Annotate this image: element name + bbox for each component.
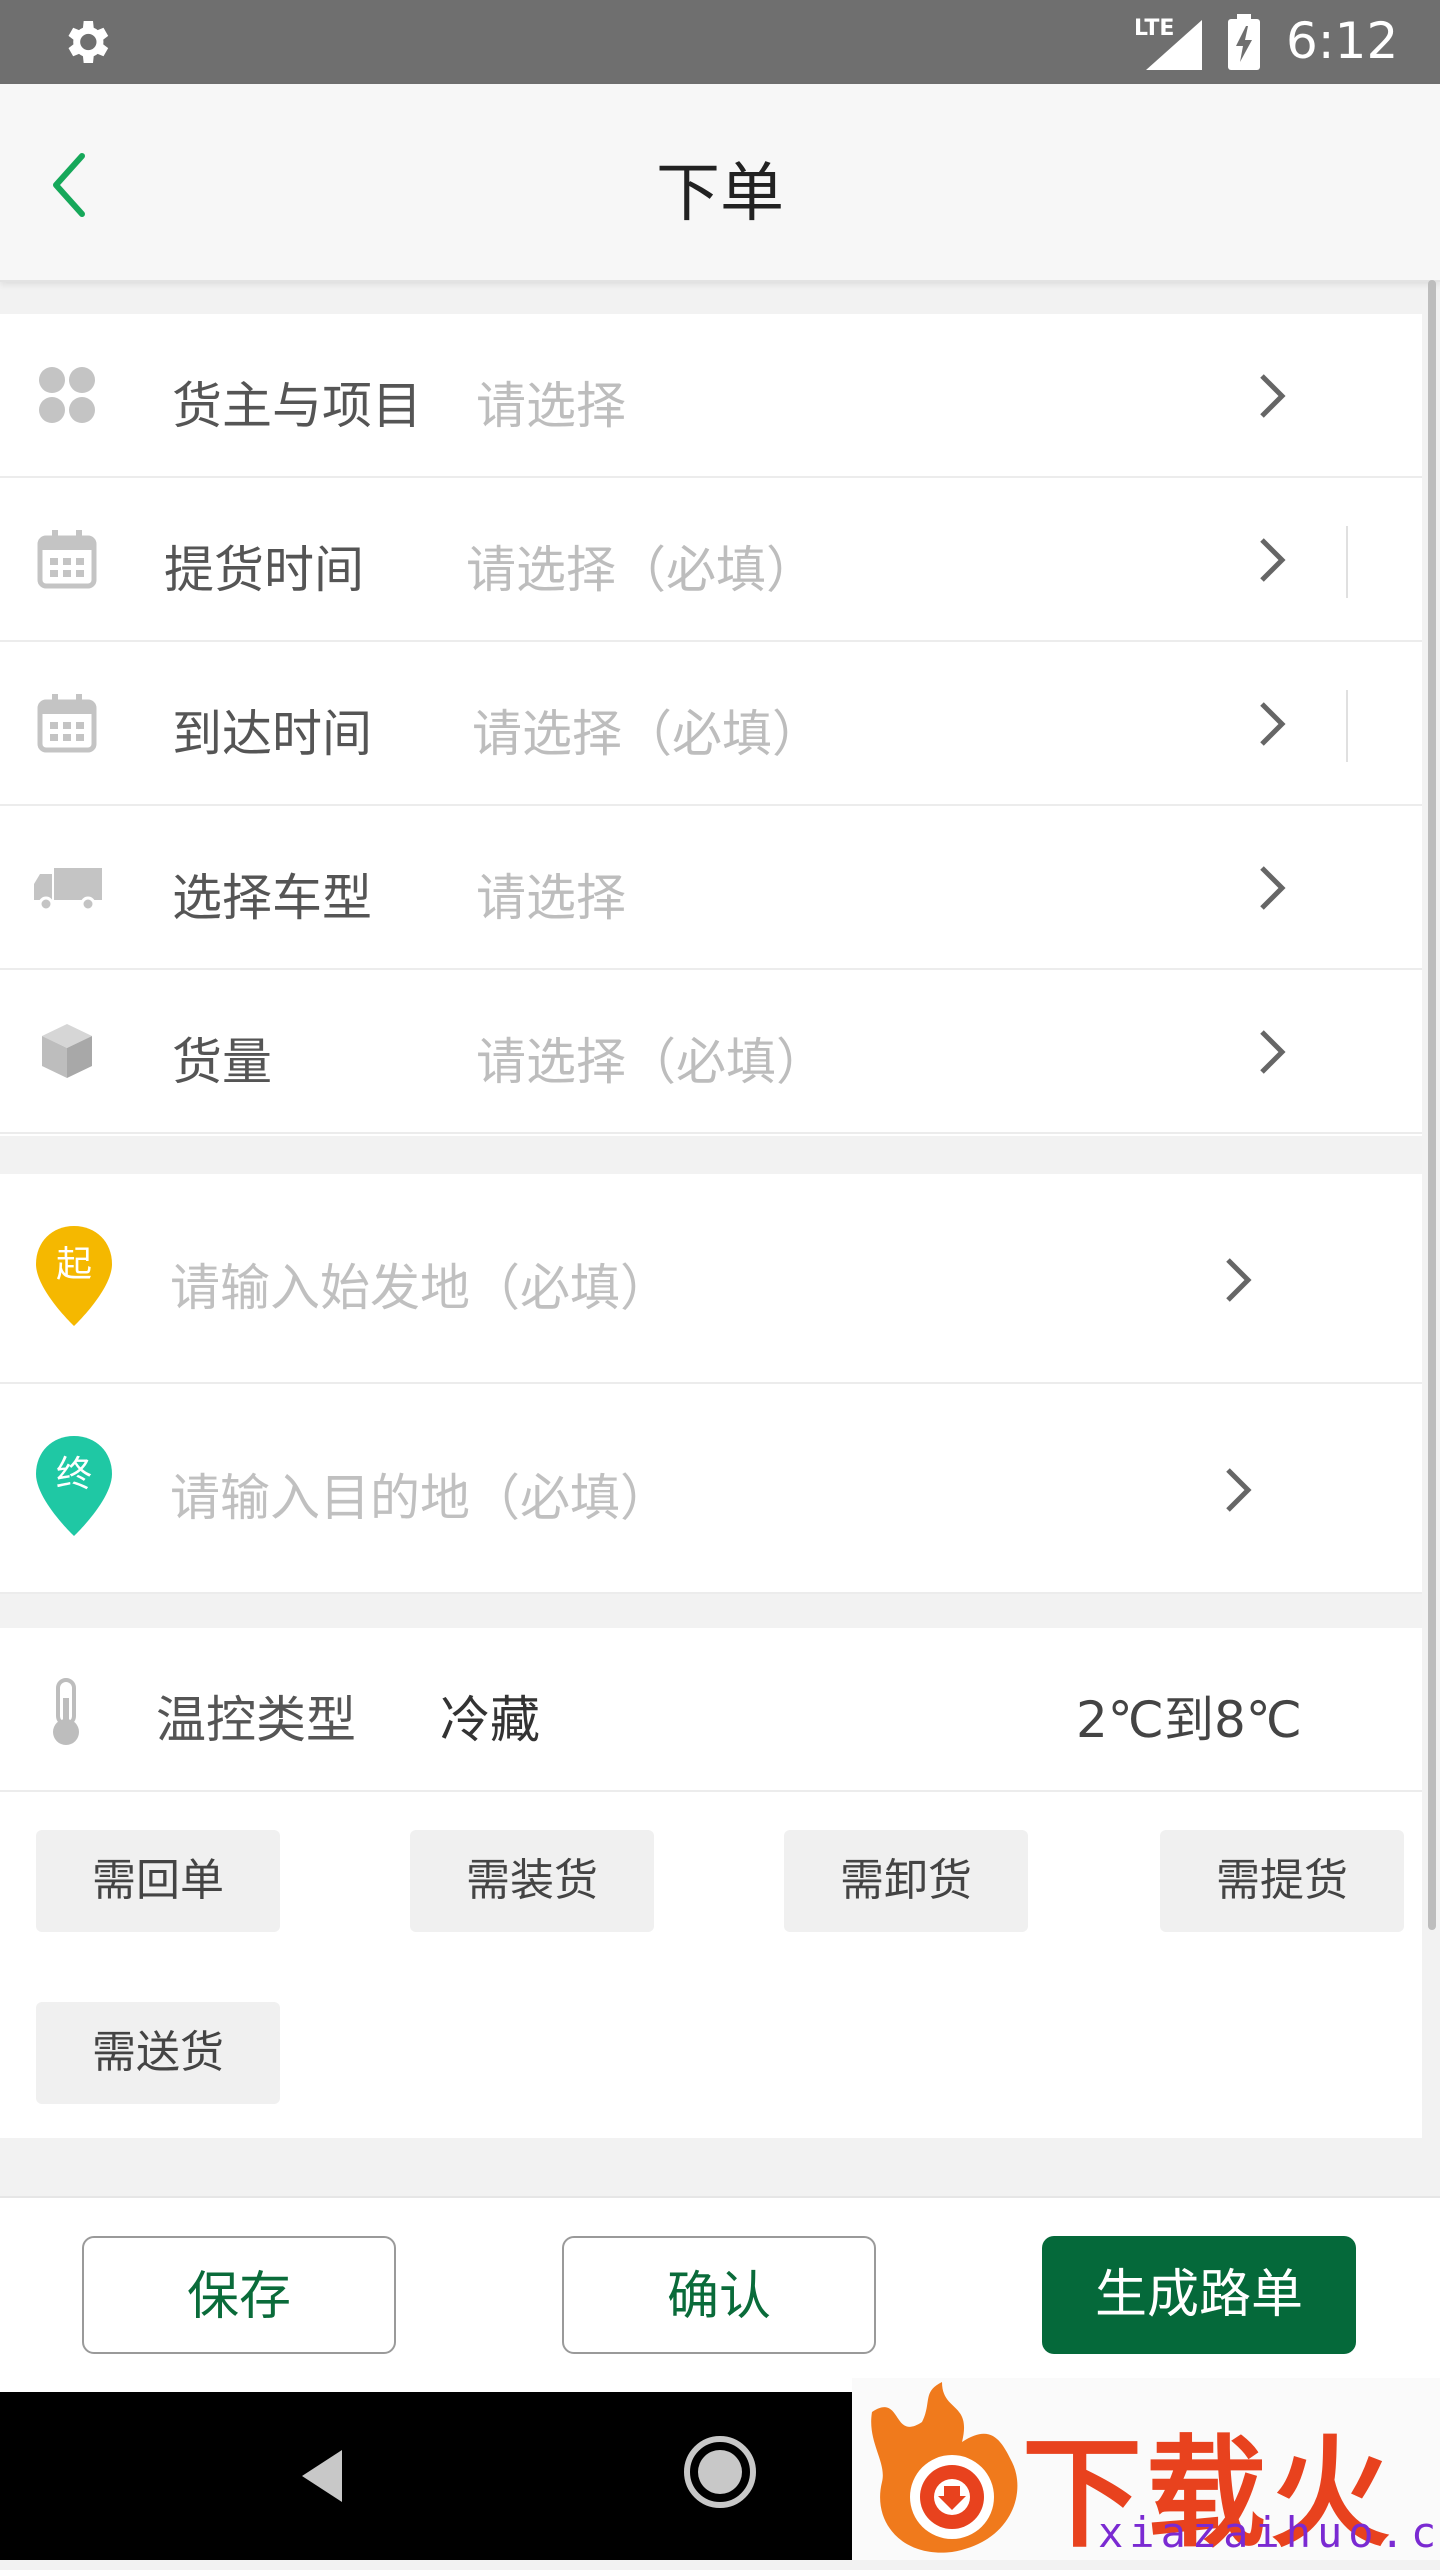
row-arrival-time[interactable]: 到达时间 请选择（必填） xyxy=(0,642,1422,806)
destination-input-row[interactable]: 终 请输入目的地（必填） xyxy=(0,1384,1422,1594)
nav-back-icon[interactable] xyxy=(298,2446,348,2506)
divider xyxy=(1346,526,1348,598)
watermark: 下载火 xiazaihuo.com xyxy=(852,2378,1440,2564)
row-value: 请选择（必填） xyxy=(472,705,822,763)
flame-logo-icon xyxy=(871,2382,1018,2553)
row-label: 货量 xyxy=(172,1033,272,1091)
bottom-action-bar: 保存 确认 生成路单 xyxy=(0,2196,1440,2394)
save-button[interactable]: 保存 xyxy=(82,2236,396,2354)
divider xyxy=(1346,690,1348,762)
row-shipper-project[interactable]: 货主与项目 请选择 xyxy=(0,314,1422,478)
destination-pin-icon: 终 xyxy=(36,1436,112,1536)
origin-pin-icon: 起 xyxy=(36,1226,112,1326)
option-need-delivery[interactable]: 需送货 xyxy=(36,2002,280,2104)
origin-input-row[interactable]: 起 请输入始发地（必填） xyxy=(0,1174,1422,1384)
option-need-receipt[interactable]: 需回单 xyxy=(36,1830,280,1932)
signal-icon xyxy=(1146,20,1202,70)
chevron-right-icon xyxy=(1260,538,1286,582)
temperature-control-row[interactable]: 温控类型 冷藏 2℃到8℃ xyxy=(0,1628,1422,1792)
thermometer-icon xyxy=(53,1678,79,1745)
row-label: 到达时间 xyxy=(172,705,372,763)
row-label: 选择车型 xyxy=(172,869,372,927)
origin-badge-text: 起 xyxy=(56,1244,92,1285)
chevron-right-icon xyxy=(1226,1468,1252,1512)
temperature-type: 冷藏 xyxy=(440,1691,540,1749)
row-label: 提货时间 xyxy=(164,541,364,599)
status-bar: LTE 6:12 xyxy=(0,0,1440,84)
scrollbar[interactable] xyxy=(1428,280,1436,1930)
page-title: 下单 xyxy=(656,157,784,231)
chevron-right-icon xyxy=(1260,1030,1286,1074)
option-need-loading[interactable]: 需装货 xyxy=(410,1830,654,1932)
chevron-right-icon xyxy=(1260,866,1286,910)
generate-waybill-button[interactable]: 生成路单 xyxy=(1042,2236,1356,2354)
calendar-icon xyxy=(37,694,97,753)
chevron-right-icon xyxy=(1226,1258,1252,1302)
package-box-icon xyxy=(42,1024,92,1078)
row-value: 请选择（必填） xyxy=(476,1033,826,1091)
origin-placeholder: 请输入始发地（必填） xyxy=(170,1259,670,1317)
confirm-button[interactable]: 确认 xyxy=(562,2236,876,2354)
route-card: 起 请输入始发地（必填） 终 请输入目的地（必填） xyxy=(0,1174,1422,1594)
row-vehicle-type[interactable]: 选择车型 请选择 xyxy=(0,806,1422,970)
nav-home-icon[interactable] xyxy=(682,2434,758,2510)
row-cargo-volume[interactable]: 货量 请选择（必填） xyxy=(0,970,1422,1134)
row-label: 货主与项目 xyxy=(172,377,422,435)
app-bar: 下单 xyxy=(0,84,1440,282)
temperature-label: 温控类型 xyxy=(156,1691,356,1749)
order-form-card: 货主与项目 请选择 提货时间 请选择（必填） 到达时间 请选择（必填） 选择车型… xyxy=(0,314,1422,1136)
destination-badge-text: 终 xyxy=(56,1454,92,1495)
watermark-site: xiazaihuo.com xyxy=(1098,2508,1440,2557)
temperature-range: 2℃到8℃ xyxy=(1076,1691,1302,1749)
chevron-right-icon xyxy=(1260,374,1286,418)
battery-charging-icon xyxy=(1228,14,1260,70)
row-value: 请选择 xyxy=(476,869,626,927)
row-pickup-time[interactable]: 提货时间 请选择（必填） xyxy=(0,478,1422,642)
clock: 6:12 xyxy=(1286,12,1399,70)
chevron-right-icon xyxy=(1260,702,1286,746)
grid-icon xyxy=(39,367,95,423)
row-value: 请选择（必填） xyxy=(466,541,816,599)
destination-placeholder: 请输入目的地（必填） xyxy=(170,1469,670,1527)
option-need-pickup[interactable]: 需提货 xyxy=(1160,1830,1404,1932)
option-need-unloading[interactable]: 需卸货 xyxy=(784,1830,1028,1932)
settings-gear-icon xyxy=(68,21,109,63)
calendar-icon xyxy=(37,530,97,589)
truck-icon xyxy=(34,868,102,912)
service-options: 需回单 需装货 需卸货 需提货 需送货 xyxy=(0,1792,1422,2138)
row-value: 请选择 xyxy=(476,377,626,435)
